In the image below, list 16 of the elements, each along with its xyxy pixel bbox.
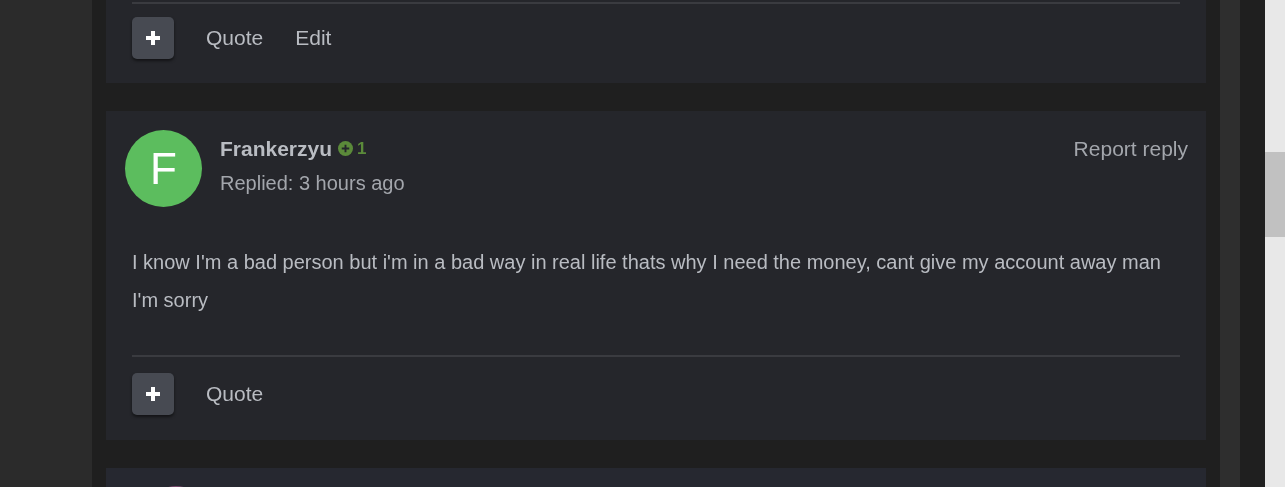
report-link[interactable]: Report reply xyxy=(1073,133,1188,161)
username[interactable]: Frankerzyu xyxy=(220,133,333,165)
scrollbar[interactable] xyxy=(1265,0,1285,487)
post-text: I know I'm a bad person but i'm in a bad way in real life thats why I need the money, cant give my account away man I'm sorry xyxy=(132,250,1162,313)
avatar: F xyxy=(125,130,202,207)
add-button[interactable] xyxy=(132,16,174,59)
scrollbar-thumb[interactable] xyxy=(1265,152,1285,237)
reply-time: Replied: 3 hours ago xyxy=(220,170,405,196)
action-link[interactable]: Quote xyxy=(206,377,264,410)
action-link[interactable]: Edit xyxy=(295,21,332,54)
reputation-count: 1 xyxy=(357,138,367,160)
add-button[interactable] xyxy=(132,372,174,415)
plus-icon xyxy=(145,29,161,46)
action-link[interactable]: Quote xyxy=(206,21,264,54)
plus-icon xyxy=(145,385,161,402)
plus-circle-icon xyxy=(338,141,354,157)
